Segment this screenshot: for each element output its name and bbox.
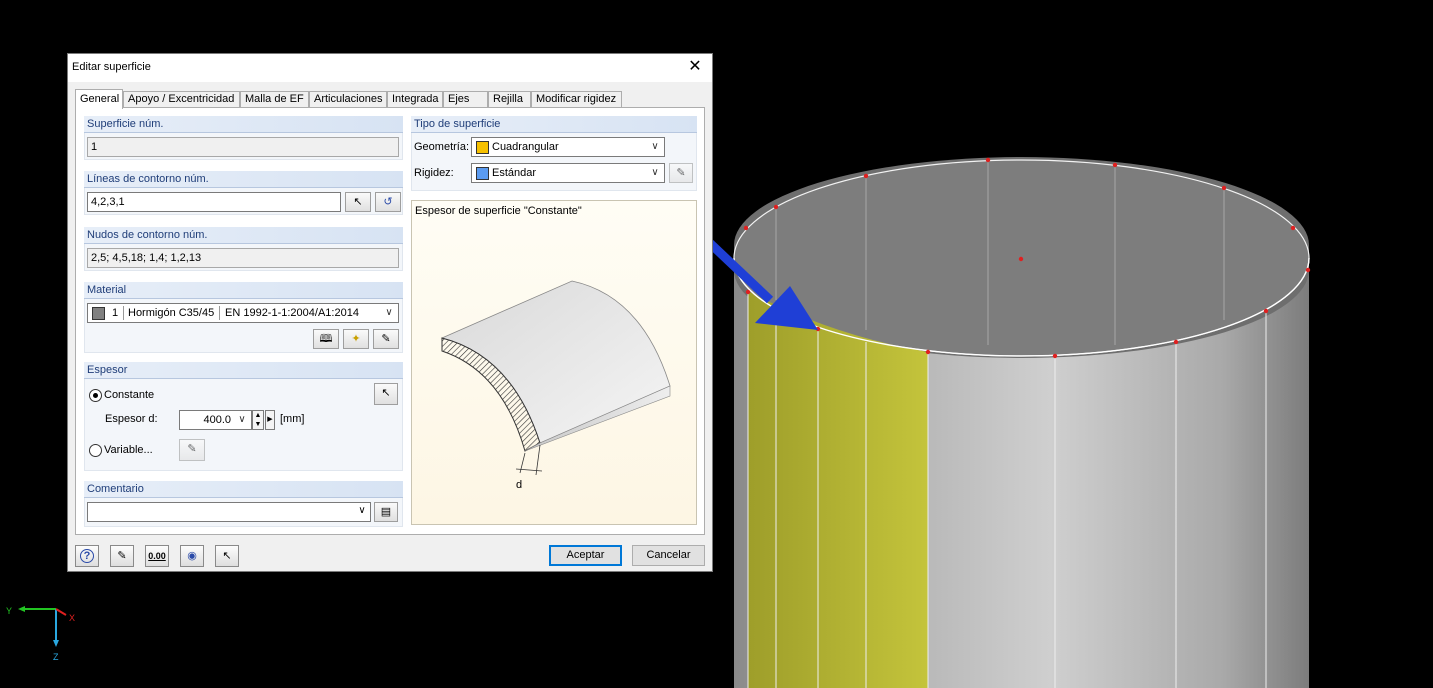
close-icon[interactable]: ✕ xyxy=(684,56,706,78)
boundary-lines-label: Líneas de contorno núm. xyxy=(84,171,403,188)
geometry-select[interactable]: Cuadrangular ∨ xyxy=(471,137,665,157)
thickness-step-button[interactable]: ▶ xyxy=(265,410,275,430)
constant-radio-label[interactable]: Constante xyxy=(104,389,154,401)
reverse-lines-button[interactable]: ↺ xyxy=(375,192,401,212)
thickness-group: Espesor Constante ↖ Espesor d: 400.0 ∨ ▲… xyxy=(84,362,403,471)
pick-icon: ↖ xyxy=(381,387,391,399)
thickness-preview: Espesor de superficie "Constante" d xyxy=(411,200,697,525)
tab-fe-mesh[interactable]: Malla de EF xyxy=(240,91,309,108)
new-item-icon: ✦ xyxy=(351,333,361,345)
variable-edit-button[interactable]: ✎ xyxy=(179,439,205,461)
view-icon[interactable]: ◉ xyxy=(180,545,204,567)
comment-group: Comentario ∨ ▤ xyxy=(84,481,403,527)
material-group: Material 1 Hormigón C35/45 EN 1992-1-1:2… xyxy=(84,282,403,353)
coordinate-axes xyxy=(18,606,67,647)
surface-number-label: Superficie núm. xyxy=(84,116,403,133)
geometry-color-swatch xyxy=(476,141,489,154)
edit-material-button[interactable]: ✎ xyxy=(373,329,399,349)
library-icon: ▤ xyxy=(380,506,392,518)
surface-number-group: Superficie núm. 1 xyxy=(84,116,403,160)
stiffness-color-swatch xyxy=(476,167,489,180)
chevron-down-icon: ∨ xyxy=(385,307,393,318)
comment-input[interactable] xyxy=(87,502,371,522)
tab-hinges[interactable]: Articulaciones xyxy=(309,91,387,108)
comment-library-button[interactable]: ▤ xyxy=(374,502,398,522)
thickness-pick-button[interactable]: ↖ xyxy=(374,383,398,405)
tab-general[interactable]: General xyxy=(75,89,123,109)
dialog-titlebar[interactable]: Editar superficie ✕ xyxy=(68,54,712,82)
thickness-d-label: Espesor d: xyxy=(105,413,158,425)
units-icon[interactable]: 0.00 xyxy=(145,545,169,567)
material-label: Material xyxy=(84,282,403,299)
geometry-label: Geometría: xyxy=(414,141,470,153)
curved-surface-illustration xyxy=(440,280,671,476)
material-color-swatch xyxy=(92,307,105,320)
material-number: 1 xyxy=(112,307,119,319)
pick-lines-button[interactable]: ↖ xyxy=(345,192,371,212)
chevron-down-icon: ∨ xyxy=(651,141,659,152)
axis-y-label: Y xyxy=(6,606,13,616)
thickness-input[interactable]: 400.0 ∨ xyxy=(179,410,252,430)
tab-support-eccentricity[interactable]: Apoyo / Excentricidad xyxy=(123,91,240,108)
tab-modify-stiffness[interactable]: Modificar rigidez xyxy=(531,91,622,108)
general-tab-panel: Superficie núm. 1 Líneas de contorno núm… xyxy=(75,107,705,535)
dimension-line xyxy=(515,468,543,472)
reverse-arrow-icon: ↺ xyxy=(383,196,393,208)
edit-icon[interactable]: ✎ xyxy=(110,545,134,567)
new-material-button[interactable]: ✦ xyxy=(343,329,369,349)
edit-icon: ✎ xyxy=(187,443,197,455)
chevron-down-icon: ∨ xyxy=(651,167,659,178)
surface-type-label: Tipo de superficie xyxy=(411,116,697,133)
edit-icon: ✎ xyxy=(381,333,391,345)
cancel-button[interactable]: Cancelar xyxy=(632,545,705,566)
axis-z-label: Z xyxy=(53,652,59,662)
help-icon[interactable]: ? xyxy=(75,545,99,567)
boundary-nodes-label: Nudos de contorno núm. xyxy=(84,227,403,244)
chevron-down-icon: ∨ xyxy=(238,414,246,425)
dimension-d-label: d xyxy=(516,479,523,491)
pick-icon[interactable]: ↖ xyxy=(215,545,239,567)
material-standard: EN 1992-1-1:2004/A1:2014 xyxy=(225,307,359,319)
boundary-lines-group: Líneas de contorno núm. 4,2,3,1 ↖ ↺ xyxy=(84,171,403,215)
boundary-lines-input[interactable]: 4,2,3,1 xyxy=(87,192,341,212)
comment-label: Comentario xyxy=(84,481,403,498)
tab-grid[interactable]: Rejilla xyxy=(488,91,531,108)
material-select[interactable]: 1 Hormigón C35/45 EN 1992-1-1:2004/A1:20… xyxy=(87,303,399,323)
ok-button[interactable]: Aceptar xyxy=(549,545,622,566)
thickness-label: Espesor xyxy=(84,362,403,379)
boundary-nodes-field: 2,5; 4,5,18; 1,4; 1,2,13 xyxy=(87,248,399,268)
selected-surface-highlight[interactable] xyxy=(748,292,928,688)
library-book-icon: 🕮 xyxy=(319,333,333,345)
thickness-unit: [mm] xyxy=(280,413,305,425)
constant-radio[interactable] xyxy=(89,389,102,402)
chevron-down-icon: ∨ xyxy=(358,505,366,516)
surface-type-group: Tipo de superficie Geometría: Cuadrangul… xyxy=(411,116,697,191)
variable-radio-label[interactable]: Variable... xyxy=(104,444,153,456)
edit-icon: ✎ xyxy=(676,167,686,179)
edit-surface-dialog: Editar superficie ✕ General Apoyo / Exce… xyxy=(67,53,713,572)
thickness-spinner[interactable]: ▲ ▼ xyxy=(252,410,264,430)
axis-x-label: X xyxy=(69,613,76,623)
stiffness-label: Rigidez: xyxy=(414,167,454,179)
stiffness-select[interactable]: Estándar ∨ xyxy=(471,163,665,183)
dialog-title: Editar superficie xyxy=(72,61,151,73)
tab-axes[interactable]: Ejes xyxy=(443,91,488,108)
variable-radio[interactable] xyxy=(89,444,102,457)
cursor-pick-icon: ↖ xyxy=(353,196,363,208)
material-name: Hormigón C35/45 xyxy=(128,307,215,319)
surface-number-field: 1 xyxy=(87,137,399,157)
stiffness-edit-button[interactable]: ✎ xyxy=(669,163,693,183)
material-library-button[interactable]: 🕮 xyxy=(313,329,339,349)
tab-integrated[interactable]: Integrada xyxy=(387,91,443,108)
boundary-nodes-group: Nudos de contorno núm. 2,5; 4,5,18; 1,4;… xyxy=(84,227,403,271)
